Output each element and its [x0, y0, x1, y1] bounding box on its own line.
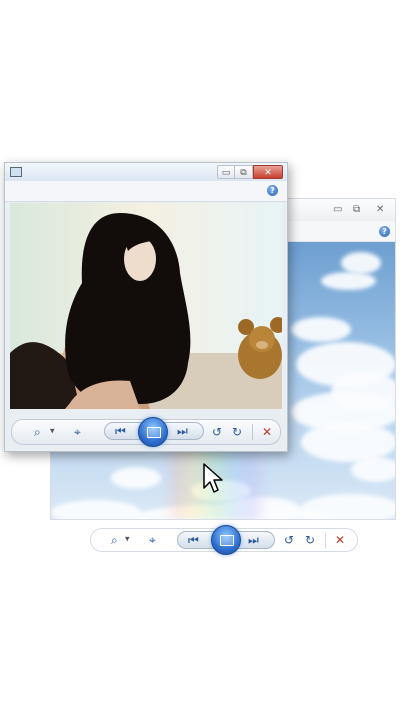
- foreground-photo-viewer-window[interactable]: ▭ ⧉ ✕ ? ⌕ ▾ ⌖ ⏮ ⏭ ↺ ↻ ✕: [4, 162, 288, 452]
- menu-bar: ?: [5, 181, 287, 202]
- previous-icon[interactable]: ⏮: [115, 425, 126, 437]
- actual-size-icon[interactable]: ⌖: [149, 534, 156, 546]
- zoom-dropdown-icon[interactable]: ▾: [50, 427, 55, 437]
- delete-icon[interactable]: ✕: [262, 426, 272, 438]
- maximize-button[interactable]: ⧉: [353, 204, 360, 215]
- mouse-cursor-icon: [203, 463, 223, 493]
- minimize-button[interactable]: ▭: [333, 204, 342, 215]
- slideshow-icon: [220, 535, 234, 546]
- maximize-button[interactable]: ⧉: [235, 165, 253, 179]
- rotate-clockwise-icon[interactable]: ↻: [305, 534, 315, 546]
- actual-size-icon[interactable]: ⌖: [74, 426, 81, 438]
- minimize-button[interactable]: ▭: [217, 165, 235, 179]
- slideshow-icon: [147, 427, 161, 438]
- rotate-clockwise-icon[interactable]: ↻: [232, 426, 242, 438]
- close-button[interactable]: ✕: [253, 165, 283, 179]
- viewer-toolbar-back: ⌕ ▾ ⌖ ⏮ ⏭ ↺ ↻ ✕: [90, 525, 358, 555]
- app-icon: [10, 167, 22, 177]
- slideshow-button[interactable]: [211, 525, 241, 555]
- portrait-photo: [10, 203, 282, 409]
- divider: [252, 424, 253, 440]
- delete-icon[interactable]: ✕: [335, 534, 345, 546]
- help-icon[interactable]: ?: [267, 185, 278, 196]
- rotate-counterclockwise-icon[interactable]: ↺: [212, 426, 222, 438]
- zoom-icon[interactable]: ⌕: [111, 534, 118, 546]
- viewer-toolbar: ⌕ ▾ ⌖ ⏮ ⏭ ↺ ↻ ✕: [11, 417, 281, 447]
- zoom-dropdown-icon[interactable]: ▾: [125, 535, 130, 545]
- previous-icon[interactable]: ⏮: [188, 534, 199, 546]
- zoom-icon[interactable]: ⌕: [34, 426, 41, 438]
- title-bar[interactable]: ▭ ⧉ ✕: [5, 163, 287, 181]
- help-icon[interactable]: ?: [379, 226, 390, 237]
- divider: [325, 533, 326, 548]
- next-icon[interactable]: ⏭: [248, 534, 259, 546]
- rotate-counterclockwise-icon[interactable]: ↺: [284, 534, 294, 546]
- next-icon[interactable]: ⏭: [177, 425, 188, 437]
- close-button[interactable]: ✕: [376, 204, 384, 215]
- slideshow-button[interactable]: [138, 417, 168, 447]
